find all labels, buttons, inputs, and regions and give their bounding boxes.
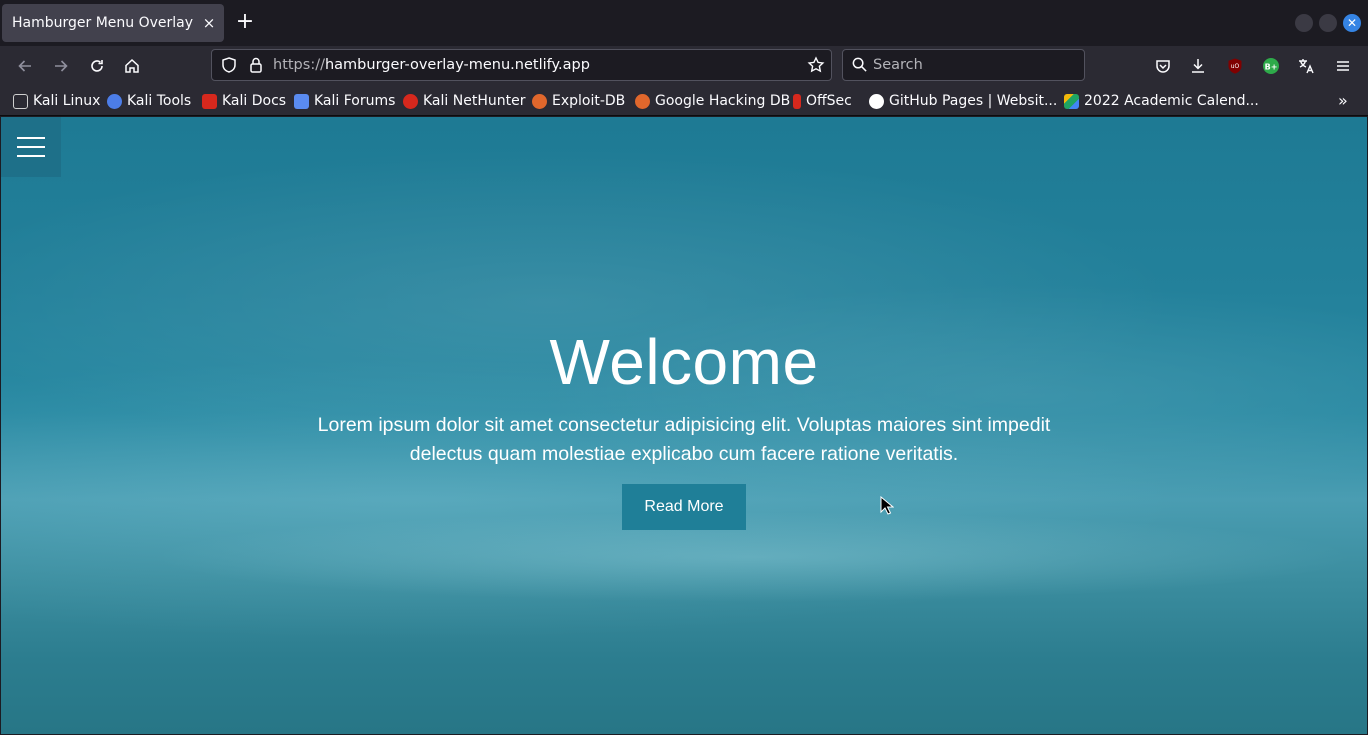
bookmark-github-pages[interactable]: GitHub Pages | Websit... (869, 92, 1057, 110)
downloads-button[interactable] (1186, 54, 1210, 78)
mouse-cursor-icon (880, 496, 894, 515)
browser-tab[interactable]: Hamburger Menu Overlay × (2, 4, 224, 42)
search-input[interactable]: Search (873, 57, 923, 73)
hero-section: Welcome Lorem ipsum dolor sit amet conse… (1, 117, 1367, 734)
lock-icon[interactable] (248, 56, 264, 74)
ublock-origin-button[interactable]: uO (1223, 54, 1247, 78)
url-text[interactable]: https://hamburger-overlay-menu.netlify.a… (273, 57, 590, 73)
bookmark-label: OffSec (806, 93, 852, 109)
url-host: hamburger-overlay-menu.netlify.app (324, 57, 590, 73)
reload-icon (91, 60, 103, 72)
home-icon (125, 58, 139, 73)
pocket-icon (1156, 60, 1170, 73)
bookmark-exploit-db[interactable]: Exploit-DB (532, 92, 625, 110)
translate-extension-button[interactable] (1294, 54, 1318, 78)
nethunter-icon (403, 93, 418, 109)
bookmark-label: Kali NetHunter (423, 93, 526, 109)
kali-dragon-icon (13, 93, 28, 109)
menu-icon (1337, 61, 1349, 71)
tab-title: Hamburger Menu Overlay (12, 15, 194, 31)
extension-b-plus-button[interactable]: B+ (1259, 54, 1283, 78)
bookmark-academic-calendar[interactable]: 2022 Academic Calend... (1064, 92, 1259, 110)
ghdb-bug-icon (635, 93, 650, 109)
bookmark-kali-forums[interactable]: Kali Forums (294, 92, 395, 110)
exploit-db-bug-icon (532, 93, 547, 109)
close-window-button[interactable]: ✕ (1343, 14, 1361, 32)
back-button[interactable] (13, 54, 37, 78)
kali-forums-icon (294, 93, 309, 109)
tracking-protection-shield-icon[interactable] (220, 56, 238, 74)
back-arrow-icon (18, 60, 31, 72)
new-tab-button[interactable]: + (234, 11, 256, 33)
bookmark-label: GitHub Pages | Websit... (889, 93, 1058, 109)
bookmark-label: 2022 Academic Calend... (1084, 93, 1259, 109)
translate-icon (1299, 59, 1314, 74)
page-viewport: Welcome Lorem ipsum dolor sit amet conse… (1, 117, 1367, 734)
address-bar[interactable]: https://hamburger-overlay-menu.netlify.a… (211, 49, 832, 81)
ublock-shield-icon: uO (1228, 58, 1242, 74)
offsec-icon (793, 93, 801, 109)
bookmark-kali-linux[interactable]: Kali Linux (13, 92, 100, 110)
github-icon (869, 93, 884, 109)
bookmark-label: Kali Tools (127, 93, 192, 109)
bookmark-label: Kali Docs (222, 93, 287, 109)
bookmark-google-hacking-db[interactable]: Google Hacking DB (635, 92, 790, 110)
home-button[interactable] (120, 54, 144, 78)
url-scheme: https:// (273, 57, 325, 73)
navigation-toolbar: https://hamburger-overlay-menu.netlify.a… (0, 46, 1368, 86)
tab-strip: Hamburger Menu Overlay × + ✕ (0, 0, 1368, 46)
bookmark-star-icon[interactable] (807, 56, 825, 74)
maximize-window-button[interactable] (1319, 14, 1337, 32)
google-drive-icon (1064, 93, 1079, 109)
read-more-button[interactable]: Read More (622, 484, 746, 530)
bookmark-offsec[interactable]: OffSec (793, 92, 852, 110)
pocket-button[interactable] (1151, 54, 1175, 78)
bookmark-kali-docs[interactable]: Kali Docs (202, 92, 286, 110)
forward-button[interactable] (49, 54, 73, 78)
bookmark-kali-nethunter[interactable]: Kali NetHunter (403, 92, 525, 110)
reload-button[interactable] (85, 54, 109, 78)
forward-arrow-icon (55, 60, 68, 72)
search-icon (852, 57, 867, 72)
kali-tools-icon (107, 93, 122, 109)
bookmark-label: Kali Forums (314, 93, 396, 109)
hero-description: Lorem ipsum dolor sit amet consectetur a… (317, 414, 1051, 465)
bookmarks-overflow-chevron-icon[interactable]: » (1338, 91, 1348, 110)
bookmark-label: Exploit-DB (552, 93, 626, 109)
b-plus-badge-icon: B+ (1263, 58, 1279, 74)
svg-text:B+: B+ (1265, 63, 1278, 72)
bookmarks-toolbar: Kali Linux Kali Tools Kali Docs Kali For… (0, 86, 1368, 116)
bookmark-kali-tools[interactable]: Kali Tools (107, 92, 191, 110)
hero-title: Welcome (549, 326, 819, 398)
tab-close-icon[interactable]: × (201, 15, 217, 31)
svg-text:uO: uO (1231, 63, 1240, 70)
bookmark-label: Kali Linux (33, 93, 101, 109)
minimize-window-button[interactable] (1295, 14, 1313, 32)
search-bar[interactable]: Search (842, 49, 1085, 81)
bookmark-label: Google Hacking DB (655, 93, 791, 109)
kali-docs-icon (202, 93, 217, 109)
download-icon (1192, 59, 1204, 73)
app-menu-button[interactable] (1331, 54, 1355, 78)
